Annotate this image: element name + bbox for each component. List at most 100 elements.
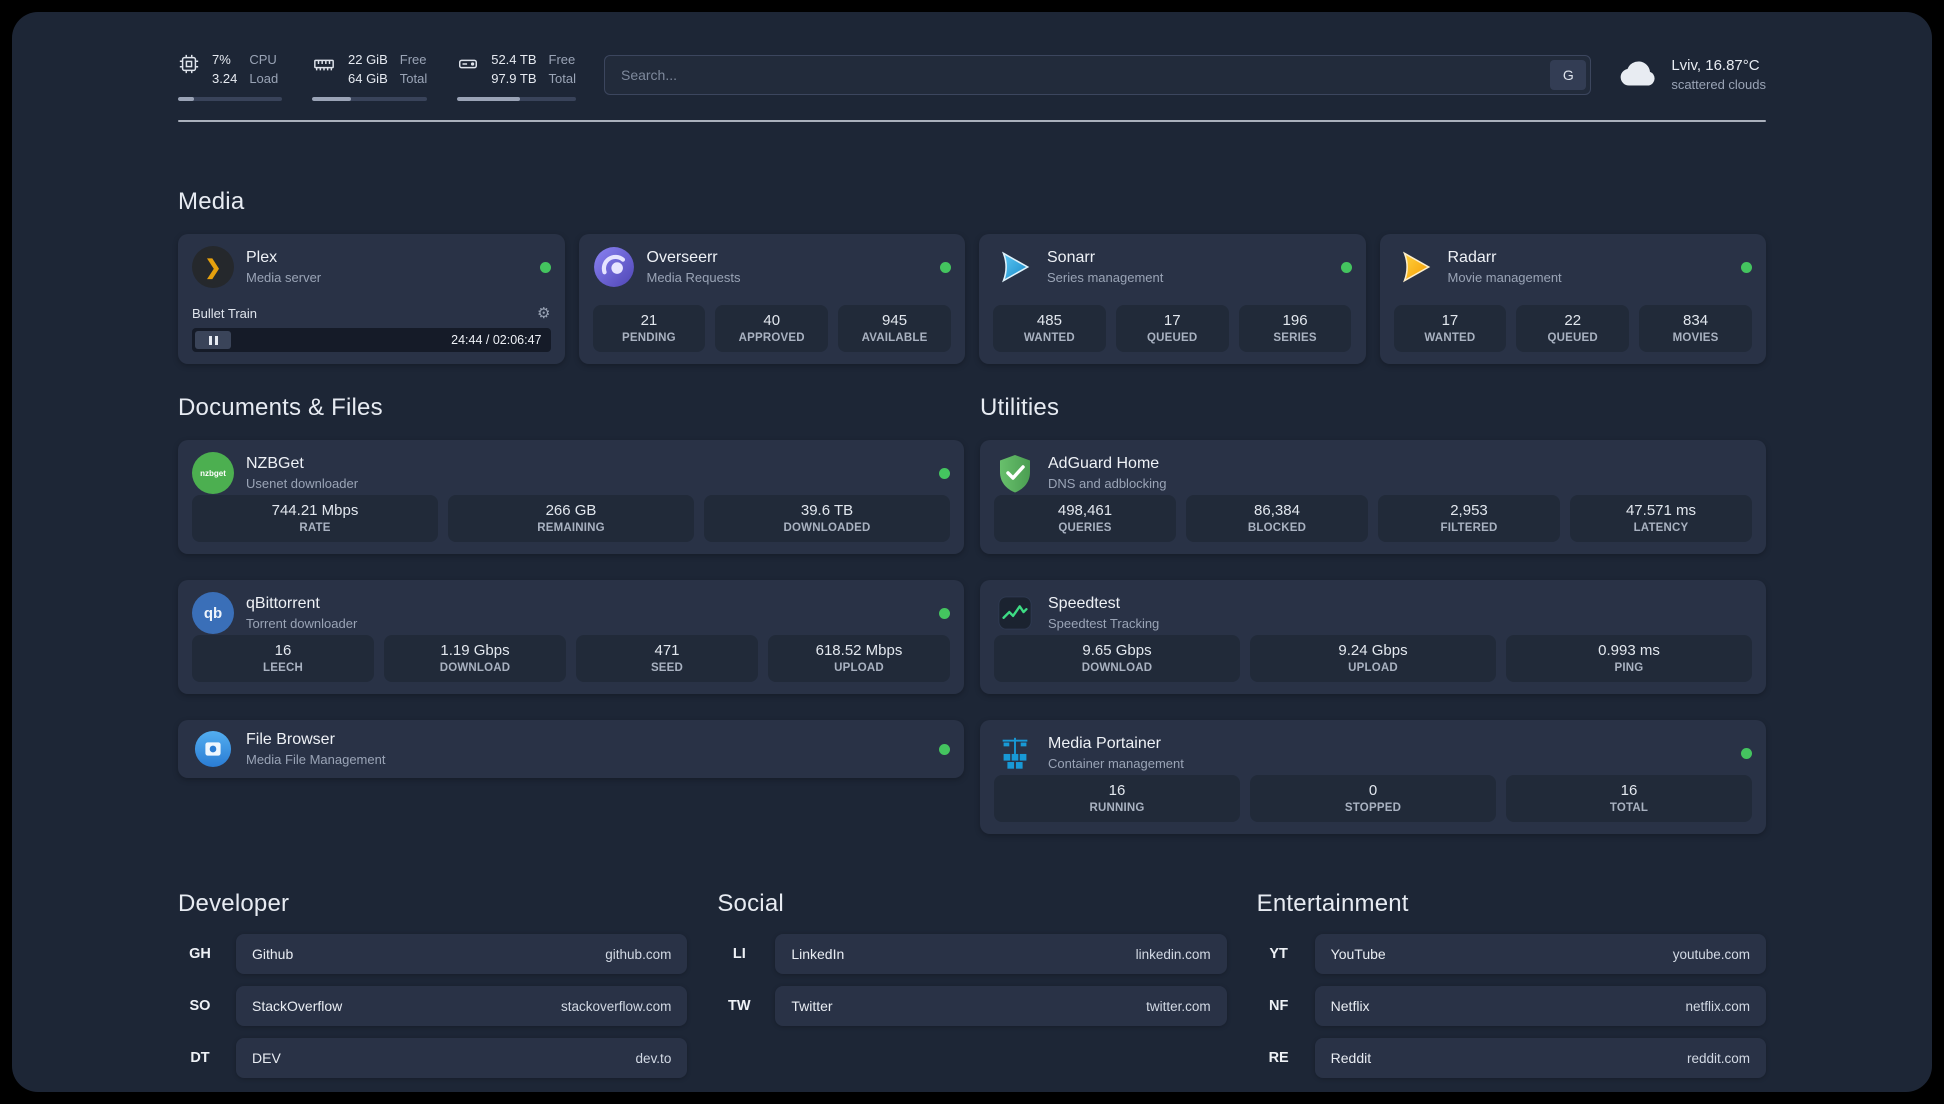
stat-label: DOWNLOADED [783, 522, 871, 534]
stat-value: 266 GB [545, 502, 597, 519]
stat-value: 22 [1564, 312, 1582, 329]
app-subtitle: Media File Management [246, 752, 386, 768]
stat-label: WANTED [1424, 332, 1476, 344]
stat-tile: 0 STOPPED [1250, 775, 1496, 822]
stat-tile: 618.52 Mbps UPLOAD [768, 635, 950, 682]
app-card-filebrowser[interactable]: File Browser Media File Management [178, 720, 964, 778]
disk-progress-bar [457, 96, 576, 101]
bookmark-url: github.com [605, 946, 672, 962]
plex-icon: ❯ [192, 246, 234, 288]
stat-label: QUEUED [1147, 332, 1198, 344]
app-title: AdGuard Home [1048, 455, 1160, 473]
bookmark-pill[interactable]: Reddit reddit.com [1314, 1038, 1766, 1078]
bookmark-dev[interactable]: DT DEV dev.to [178, 1038, 688, 1078]
bookmark-pill[interactable]: StackOverflow stackoverflow.com [236, 986, 688, 1026]
app-title: Speedtest [1048, 595, 1121, 613]
stat-tile: 21 PENDING [592, 305, 706, 352]
app-title: Media Portainer [1048, 735, 1161, 753]
app-title: NZBGet [246, 455, 304, 473]
disk-free-label: Free [548, 51, 576, 67]
gear-icon[interactable]: ⚙ [537, 304, 550, 322]
bookmark-abbr: DT [190, 1050, 210, 1066]
stat-value: 39.6 TB [800, 502, 854, 519]
bookmark-stackoverflow[interactable]: SO StackOverflow stackoverflow.com [178, 986, 688, 1026]
stat-label: PING [1614, 662, 1644, 674]
playback-bar[interactable]: 24:44 / 02:06:47 [192, 328, 551, 352]
app-card-overseerr[interactable]: Overseerr Media Requests 21 PENDING 40 A… [578, 234, 965, 364]
now-playing-title: Bullet Train [192, 305, 258, 321]
disk-free: 52.4 TB [491, 51, 537, 67]
speedtest-icon [994, 592, 1036, 634]
search-input[interactable] [603, 55, 1592, 95]
stat-tile: 0.993 ms PING [1506, 635, 1752, 682]
app-subtitle: DNS and adblocking [1048, 476, 1167, 492]
status-dot [939, 743, 950, 755]
stat-tile: 17 WANTED [1393, 305, 1507, 352]
playback-time: 24:44 / 02:06:47 [451, 333, 542, 347]
bookmark-github[interactable]: GH Github github.com [178, 934, 688, 974]
app-subtitle: Speedtest Tracking [1048, 616, 1160, 632]
plex-now-playing: Bullet Train ⚙ 24:44 / 02:06:47 [192, 304, 551, 352]
bookmark-url: twitter.com [1146, 998, 1211, 1014]
stat-tile: 266 GB REMAINING [448, 495, 694, 542]
disk-icon [457, 53, 479, 75]
section-title-media: Media [178, 188, 245, 215]
cpu-progress-bar [178, 96, 282, 101]
stat-label: QUEUED [1547, 332, 1598, 344]
app-title: Radarr [1447, 249, 1497, 267]
bookmark-youtube[interactable]: YT YouTube youtube.com [1257, 934, 1766, 974]
stat-label: STOPPED [1344, 802, 1402, 814]
stat-tile: 22 QUEUED [1516, 305, 1630, 352]
stat-tile: 17 QUEUED [1115, 305, 1229, 352]
bookmark-netflix[interactable]: NF Netflix netflix.com [1257, 986, 1766, 1026]
stat-label: SERIES [1273, 332, 1317, 344]
bookmark-pill[interactable]: Github github.com [236, 934, 688, 974]
pause-button[interactable] [195, 331, 231, 349]
stat-tile: 16 RUNNING [994, 775, 1240, 822]
bookmark-url: stackoverflow.com [561, 998, 672, 1014]
stat-tile: 744.21 Mbps RATE [192, 495, 438, 542]
status-dot [939, 467, 950, 479]
app-card-radarr[interactable]: Radarr Movie management 17 WANTED 22 QUE… [1379, 234, 1766, 364]
stat-label: AVAILABLE [861, 332, 928, 344]
app-title: Overseerr [646, 249, 718, 267]
status-dot [1741, 747, 1752, 759]
status-dot [939, 607, 950, 619]
stat-label: BLOCKED [1247, 522, 1307, 534]
app-card-adguard[interactable]: AdGuard Home DNS and adblocking 498,461 … [980, 440, 1766, 554]
cpu-load-value: 3.24 [212, 71, 238, 86]
bookmark-pill[interactable]: Twitter twitter.com [775, 986, 1227, 1026]
bookmark-name: Netflix [1330, 998, 1370, 1014]
bookmark-url: reddit.com [1686, 1050, 1750, 1066]
bookmark-pill[interactable]: YouTube youtube.com [1314, 934, 1766, 974]
stat-tile: 945 AVAILABLE [838, 305, 951, 352]
radarr-icon [1394, 246, 1436, 288]
app-card-nzbget[interactable]: nzbget NZBGet Usenet downloader 744.21 M… [178, 440, 964, 554]
bookmark-pill[interactable]: Netflix netflix.com [1314, 986, 1766, 1026]
app-card-plex[interactable]: ❯ Plex Media server Bullet Train ⚙ 24:44… [178, 234, 565, 364]
stat-label: PENDING [622, 332, 676, 344]
app-subtitle: Container management [1048, 756, 1184, 772]
disk-total: 97.9 TB [491, 71, 537, 86]
search-engine-button[interactable]: G [1550, 60, 1587, 90]
stat-value: 40 [763, 312, 781, 329]
stat-value: 618.52 Mbps [815, 642, 903, 659]
stat-tile: 9.24 Gbps UPLOAD [1250, 635, 1496, 682]
bookmark-linkedin[interactable]: LI LinkedIn linkedin.com [717, 934, 1227, 974]
bookmark-twitter[interactable]: TW Twitter twitter.com [717, 986, 1227, 1026]
app-card-portainer[interactable]: Media Portainer Container management 16 … [980, 720, 1766, 834]
app-card-sonarr[interactable]: Sonarr Series management 485 WANTED 17 Q… [979, 234, 1366, 364]
app-card-speedtest[interactable]: Speedtest Speedtest Tracking 9.65 Gbps D… [980, 580, 1766, 694]
stat-value: 2,953 [1450, 502, 1488, 519]
stat-label: UPLOAD [834, 662, 884, 674]
weather-location: Lviv, 16.87°C [1671, 57, 1760, 75]
bookmark-pill[interactable]: LinkedIn linkedin.com [775, 934, 1227, 974]
bookmark-pill[interactable]: DEV dev.to [236, 1038, 688, 1078]
stat-value: 945 [882, 312, 908, 329]
bookmark-name: Github [252, 946, 294, 962]
cloud-icon [1619, 58, 1659, 93]
app-card-qbittorrent[interactable]: qb qBittorrent Torrent downloader 16 LEE… [178, 580, 964, 694]
stat-value: 16 [1108, 782, 1126, 799]
bookmark-reddit[interactable]: RE Reddit reddit.com [1257, 1038, 1766, 1078]
cpu-icon [178, 53, 200, 75]
